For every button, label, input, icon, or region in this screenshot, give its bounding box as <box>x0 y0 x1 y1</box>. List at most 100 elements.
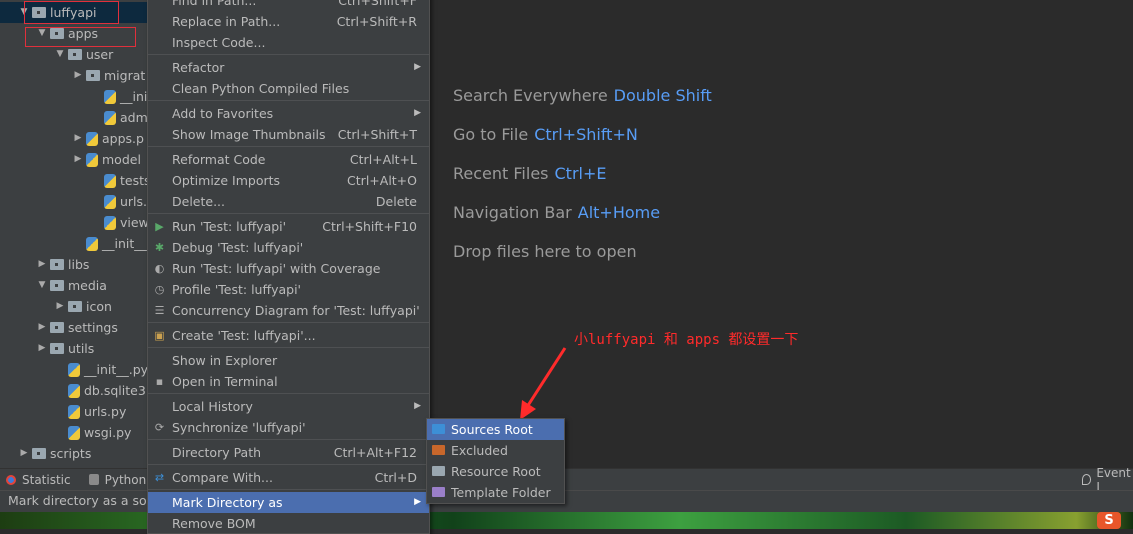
python-file-icon <box>86 131 98 146</box>
chevron-right-icon[interactable]: ▶ <box>72 65 84 86</box>
tree-item[interactable]: ▶ apps.p <box>0 128 144 149</box>
hint-text: Recent Files <box>453 164 549 183</box>
sogou-ime-icon[interactable]: S <box>1097 512 1121 529</box>
run-icon: ▶ <box>155 220 164 233</box>
menu-item-label: Run 'Test: luffyapi' with Coverage <box>172 261 381 276</box>
menu-item[interactable]: Refactor ▶ <box>148 57 429 78</box>
menu-item[interactable]: Remove BOM <box>148 513 429 534</box>
menu-item-shortcut: Ctrl+Shift+R <box>336 14 417 29</box>
menu-item[interactable]: ☰ Concurrency Diagram for 'Test: luffyapi… <box>148 300 429 321</box>
chevron-right-icon[interactable]: ▶ <box>36 338 48 359</box>
chevron-right-icon[interactable]: ▶ <box>72 149 84 170</box>
chevron-right-icon[interactable]: ▶ <box>54 296 66 317</box>
tree-item[interactable]: ▼ user <box>0 44 114 65</box>
menu-item[interactable]: ▶ Run 'Test: luffyapi' Ctrl+Shift+F10 <box>148 216 429 237</box>
menu-item-label: Find in Path... <box>172 0 257 8</box>
coverage-icon: ◐ <box>154 262 165 275</box>
compare-icon: ⇄ <box>154 471 165 484</box>
submenu-item[interactable]: Template Folder <box>427 482 564 503</box>
sync-icon: ⟳ <box>154 421 165 434</box>
tree-item[interactable]: urls.py <box>0 401 126 422</box>
submenu-item-label: Template Folder <box>451 485 551 500</box>
menu-item[interactable]: Show in Explorer <box>148 350 429 371</box>
menu-item[interactable]: Local History ▶ <box>148 396 429 417</box>
mark-directory-submenu: Sources Root Excluded Resource Root Templat… <box>426 418 565 504</box>
statistic-tab[interactable]: Statistic <box>6 473 71 487</box>
menu-item[interactable]: ▪ Open in Terminal <box>148 371 429 392</box>
submenu-item-label: Resource Root <box>451 464 541 479</box>
project-tree: ▼luffyapi▼apps▼user▶migrat__init__admin▶… <box>0 0 147 468</box>
tree-item[interactable]: ▶ utils <box>0 338 95 359</box>
tree-item[interactable]: db.sqlite3 <box>0 380 146 401</box>
menu-item[interactable]: ⟳ Synchronize 'luffyapi' <box>148 417 429 438</box>
submenu-arrow-icon: ▶ <box>414 401 421 411</box>
menu-item[interactable]: Show Image Thumbnails Ctrl+Shift+T <box>148 124 429 145</box>
profile-icon: ◷ <box>154 283 165 296</box>
tree-item[interactable]: ▼ media <box>0 275 107 296</box>
tree-item[interactable]: wsgi.py <box>0 422 131 443</box>
menu-item[interactable]: Mark Directory as ▶ <box>148 492 429 513</box>
menu-item-shortcut: Ctrl+Alt+O <box>347 173 417 188</box>
submenu-item[interactable]: Excluded <box>427 440 564 461</box>
folder-icon <box>32 448 46 459</box>
tree-item[interactable]: tests.p <box>0 170 147 191</box>
tree-item[interactable]: __init__.py <box>0 359 147 380</box>
menu-item[interactable]: ✱ Debug 'Test: luffyapi' <box>148 237 429 258</box>
menu-item[interactable]: Replace in Path... Ctrl+Shift+R <box>148 11 429 32</box>
menu-item[interactable]: Directory Path Ctrl+Alt+F12 <box>148 442 429 463</box>
tree-item-label: utils <box>68 341 95 356</box>
concurrency-icon: ☰ <box>154 304 165 317</box>
tree-item-label: model <box>102 152 141 167</box>
python-console-tab[interactable]: Python <box>88 473 146 487</box>
hint-shortcut: Alt+Home <box>577 203 661 222</box>
tree-item[interactable]: ▶ model <box>0 149 141 170</box>
tree-item[interactable]: urls.py <box>0 191 147 212</box>
submenu-item[interactable]: Sources Root <box>427 419 564 440</box>
submenu-item[interactable]: Resource Root <box>427 461 564 482</box>
folder-icon <box>86 70 100 81</box>
tree-item-label: media <box>68 278 107 293</box>
menu-item[interactable]: Clean Python Compiled Files <box>148 78 429 99</box>
menu-item[interactable]: Delete... Delete <box>148 191 429 212</box>
menu-item[interactable]: Reformat Code Ctrl+Alt+L <box>148 149 429 170</box>
tree-item[interactable]: ▶ libs <box>0 254 90 275</box>
tree-item[interactable]: ▶ icon <box>0 296 112 317</box>
tree-item[interactable]: ▶ scripts <box>0 443 92 464</box>
menu-item[interactable]: Optimize Imports Ctrl+Alt+O <box>148 170 429 191</box>
chevron-right-icon[interactable]: ▶ <box>36 317 48 338</box>
chevron-right-icon[interactable]: ▶ <box>36 254 48 275</box>
menu-item[interactable]: Inspect Code... <box>148 32 429 53</box>
chevron-right-icon[interactable]: ▶ <box>18 443 30 464</box>
hint-text: Drop files here to open <box>453 242 637 261</box>
menu-item[interactable]: ⇄ Compare With... Ctrl+D <box>148 467 429 488</box>
menu-item[interactable]: Add to Favorites ▶ <box>148 103 429 124</box>
chevron-right-icon[interactable]: ▶ <box>72 128 84 149</box>
chevron-down-icon[interactable]: ▼ <box>36 275 48 296</box>
tree-item[interactable]: ▶ migrat <box>0 65 146 86</box>
submenu-arrow-icon: ▶ <box>414 108 421 118</box>
annotation-arrow <box>520 347 567 420</box>
menu-item-label: Delete... <box>172 194 225 209</box>
tree-item[interactable]: __init__.py <box>0 233 147 254</box>
tree-item[interactable]: views.p <box>0 212 147 233</box>
tree-item[interactable]: admin <box>0 107 147 128</box>
tree-item[interactable]: __init__ <box>0 86 147 107</box>
hint-shortcut: Double Shift <box>613 86 712 105</box>
menu-item[interactable]: ▣ Create 'Test: luffyapi'... <box>148 325 429 346</box>
chevron-down-icon[interactable]: ▼ <box>54 44 66 65</box>
tree-item[interactable]: ▶ settings <box>0 317 118 338</box>
submenu-item-label: Excluded <box>451 443 508 458</box>
folder-icon <box>432 445 445 455</box>
menu-item[interactable]: Find in Path... Ctrl+Shift+F <box>148 0 429 11</box>
menu-item-shortcut: Ctrl+Shift+F <box>338 0 417 8</box>
menu-item[interactable]: ◷ Profile 'Test: luffyapi' <box>148 279 429 300</box>
menu-item-label: Run 'Test: luffyapi' <box>172 219 287 234</box>
folder-icon <box>432 487 445 497</box>
tree-item-label: __init__.py <box>102 236 147 251</box>
menu-item[interactable]: ◐ Run 'Test: luffyapi' with Coverage <box>148 258 429 279</box>
menu-item-label: Synchronize 'luffyapi' <box>172 420 306 435</box>
submenu-arrow-icon: ▶ <box>414 62 421 72</box>
tree-item-label: views.p <box>120 215 147 230</box>
menu-item-shortcut: Ctrl+Shift+F10 <box>322 219 417 234</box>
editor-hint: Drop files here to open <box>453 242 637 261</box>
